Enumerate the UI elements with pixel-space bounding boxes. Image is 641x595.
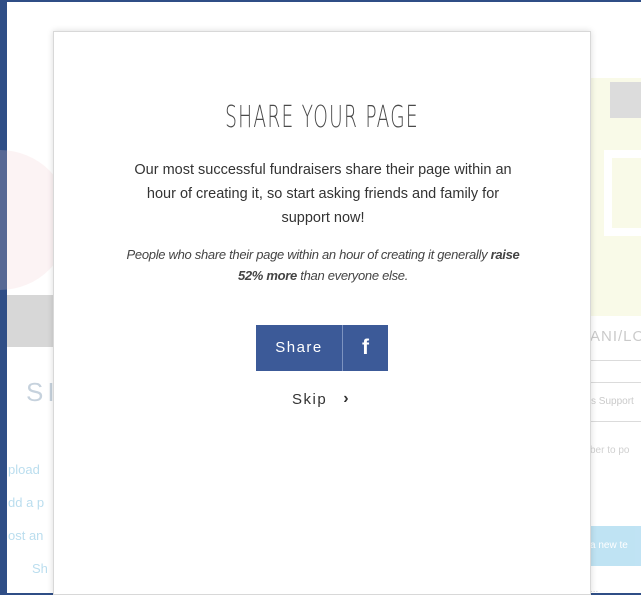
skip-label: Skip <box>292 390 328 408</box>
background-input: s Support <box>588 382 641 422</box>
modal-statistic-note: People who share their page within an ho… <box>114 244 532 286</box>
modal-description: Our most successful fundraisers share th… <box>134 162 512 226</box>
facebook-share-button[interactable]: Share f <box>256 325 388 371</box>
background-banner <box>7 295 57 347</box>
background-link: ost an <box>8 528 44 543</box>
background-link: dd a p <box>8 495 45 510</box>
background-bottom-text: ... <box>590 584 599 595</box>
background-small-text: ber to po <box>590 445 630 456</box>
share-button-label: Share <box>256 325 343 371</box>
note-prefix: People who share their page within an ho… <box>126 247 491 262</box>
background-button: a new te <box>588 526 641 566</box>
chevron-right-icon: › <box>343 390 351 407</box>
note-suffix: than everyone else. <box>296 268 409 283</box>
modal-title: SHARE YOUR PAGE <box>225 100 419 135</box>
background-image-frame <box>604 150 641 236</box>
background-image-button <box>610 82 641 118</box>
facebook-icon: f <box>362 336 369 359</box>
background-caps-label: ANI/LO <box>590 328 641 345</box>
share-modal: SHARE YOUR PAGE Our most successful fund… <box>53 31 591 595</box>
background-link: pload <box>8 462 40 477</box>
skip-link[interactable]: Skip › <box>292 390 350 408</box>
background-divider <box>590 360 641 361</box>
